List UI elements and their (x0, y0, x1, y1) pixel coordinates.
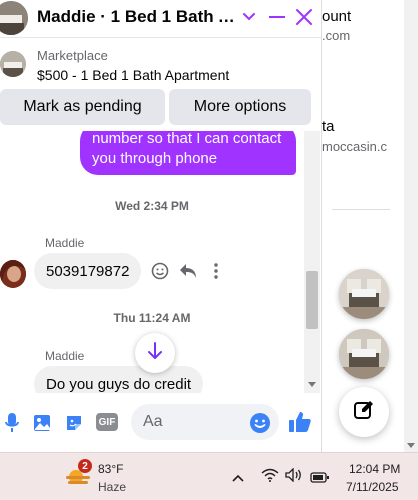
chat-scrollbar[interactable] (304, 131, 320, 393)
sender-name: Maddie (45, 236, 85, 250)
weather-icon[interactable]: 2 (64, 459, 92, 489)
incoming-message[interactable]: 5039179872 (34, 253, 142, 289)
listing-thumbnail (0, 51, 26, 77)
battery-icon[interactable] (310, 470, 330, 488)
composer: GIF (0, 398, 321, 452)
background-text: ta (322, 118, 335, 135)
chat-head-bubble[interactable] (339, 269, 389, 319)
reply-icon[interactable] (178, 261, 198, 281)
compose-icon (353, 399, 375, 426)
sender-name: Maddie (45, 349, 85, 363)
timestamp: Wed 2:34 PM (115, 199, 189, 213)
mark-as-pending-button[interactable]: Mark as pending (0, 89, 165, 125)
weather-condition[interactable]: Haze (98, 480, 126, 494)
close-icon[interactable] (291, 4, 317, 30)
sticker-icon[interactable] (62, 411, 86, 435)
weather-badge: 2 (78, 459, 92, 473)
message-input[interactable] (143, 404, 243, 440)
emoji-icon[interactable] (248, 411, 272, 435)
background-subtext: moccasin.c (322, 139, 388, 154)
chevron-up-icon[interactable] (231, 470, 245, 488)
outgoing-message[interactable]: number so that I can contact you through… (80, 131, 296, 175)
chat-header: Maddie · 1 Bed 1 Bath Apa... (0, 0, 321, 38)
listing-source: Marketplace (37, 48, 108, 63)
avatar[interactable] (0, 260, 26, 288)
arrow-down-icon (148, 341, 162, 365)
taskbar: 2 83°F Haze 12:04 PM 7/11/2025 (0, 452, 418, 500)
scrollbar-thumb[interactable] (306, 271, 318, 329)
new-message-button[interactable] (339, 387, 389, 437)
divider (332, 209, 390, 210)
message-list: number so that I can contact you through… (0, 131, 304, 393)
background-text: ount (322, 8, 352, 25)
page-scrollbar[interactable] (404, 0, 418, 452)
listing-info[interactable]: Marketplace $500 - 1 Bed 1 Bath Apartmen… (0, 39, 321, 89)
temperature[interactable]: 83°F (98, 462, 123, 476)
chat-title[interactable]: Maddie · 1 Bed 1 Bath Apa... (37, 7, 237, 27)
scroll-to-bottom-button[interactable] (135, 333, 175, 373)
avatar[interactable] (0, 1, 28, 35)
chat-window: Maddie · 1 Bed 1 Bath Apa... Marketplace… (0, 0, 322, 452)
mic-icon[interactable] (0, 411, 24, 435)
more-icon[interactable] (206, 261, 226, 281)
minimize-icon[interactable] (264, 4, 290, 30)
timestamp: Thu 11:24 AM (113, 311, 191, 325)
chat-head-bubble[interactable] (339, 329, 389, 379)
photo-icon[interactable] (30, 411, 54, 435)
emoji-icon[interactable] (150, 261, 170, 281)
volume-icon[interactable] (285, 467, 303, 487)
listing-title: $500 - 1 Bed 1 Bath Apartment (37, 67, 230, 83)
clock-time[interactable]: 12:04 PM (349, 462, 400, 476)
background-subtext: .com (322, 28, 351, 43)
like-icon[interactable] (288, 410, 312, 434)
clock-date[interactable]: 7/11/2025 (346, 480, 399, 494)
gif-icon[interactable]: GIF (96, 413, 118, 431)
incoming-message[interactable]: Do you guys do credit (34, 366, 204, 393)
chevron-down-icon[interactable] (236, 4, 262, 30)
more-options-button[interactable]: More options (169, 89, 311, 125)
wifi-icon[interactable] (261, 468, 279, 487)
